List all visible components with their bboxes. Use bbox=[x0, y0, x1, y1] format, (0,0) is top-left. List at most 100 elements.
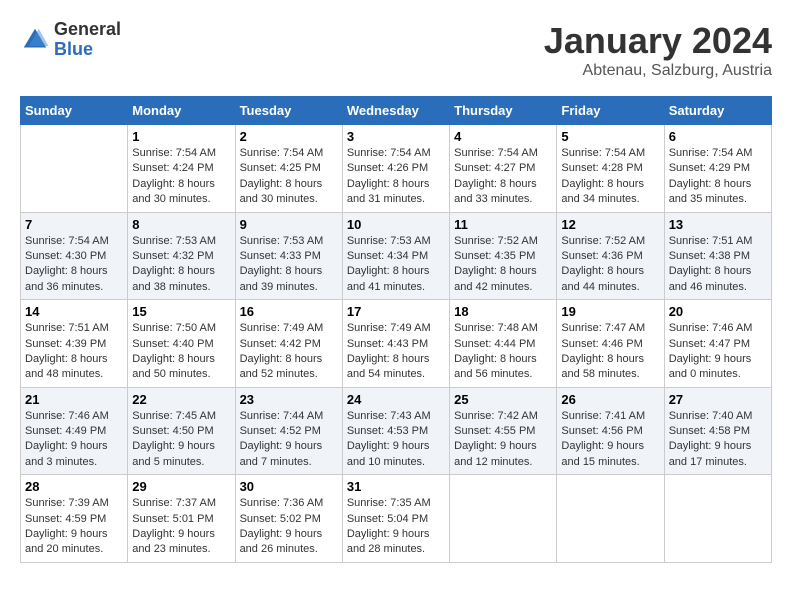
title-area: January 2024 Abtenau, Salzburg, Austria bbox=[544, 20, 772, 80]
day-info: Sunrise: 7:52 AMSunset: 4:36 PMDaylight:… bbox=[561, 234, 659, 296]
week-row-0: 1 Sunrise: 7:54 AMSunset: 4:24 PMDaylight… bbox=[21, 125, 772, 213]
day-info: Sunrise: 7:43 AMSunset: 4:53 PMDaylight:… bbox=[347, 409, 445, 471]
weekday-header-wednesday: Wednesday bbox=[342, 97, 449, 125]
day-number: 18 bbox=[454, 304, 552, 319]
day-cell: 15Sunrise: 7:50 AMSunset: 4:40 PMDayligh… bbox=[128, 300, 235, 388]
logo: General Blue bbox=[20, 20, 121, 60]
day-number: 31 bbox=[347, 479, 445, 494]
weekday-header-row: SundayMondayTuesdayWednesdayThursdayFrid… bbox=[21, 97, 772, 125]
day-info: Sunrise: 7:54 AMSunset: 4:30 PMDaylight:… bbox=[25, 234, 123, 296]
day-cell bbox=[664, 475, 771, 563]
day-number: 8 bbox=[132, 217, 230, 232]
logo-text: General Blue bbox=[54, 20, 121, 60]
day-info: Sunrise: 7:54 AMSunset: 4:26 PMDaylight:… bbox=[347, 146, 445, 208]
week-row-2: 14Sunrise: 7:51 AMSunset: 4:39 PMDayligh… bbox=[21, 300, 772, 388]
day-info: Sunrise: 7:51 AMSunset: 4:39 PMDaylight:… bbox=[25, 321, 123, 383]
day-info: Sunrise: 7:53 AMSunset: 4:33 PMDaylight:… bbox=[240, 234, 338, 296]
logo-icon bbox=[20, 25, 50, 55]
day-cell bbox=[21, 125, 128, 213]
day-cell: 30Sunrise: 7:36 AMSunset: 5:02 PMDayligh… bbox=[235, 475, 342, 563]
day-cell: 3 Sunrise: 7:54 AMSunset: 4:26 PMDaylight… bbox=[342, 125, 449, 213]
day-info: Sunrise: 7:35 AMSunset: 5:04 PMDaylight:… bbox=[347, 496, 445, 558]
day-number: 16 bbox=[240, 304, 338, 319]
day-number: 22 bbox=[132, 392, 230, 407]
day-info: Sunrise: 7:46 AMSunset: 4:47 PMDaylight:… bbox=[669, 321, 767, 383]
day-number: 28 bbox=[25, 479, 123, 494]
calendar-body: 1 Sunrise: 7:54 AMSunset: 4:24 PMDaylight… bbox=[21, 125, 772, 563]
day-info: Sunrise: 7:49 AMSunset: 4:42 PMDaylight:… bbox=[240, 321, 338, 383]
day-info: Sunrise: 7:53 AMSunset: 4:32 PMDaylight:… bbox=[132, 234, 230, 296]
day-number: 13 bbox=[669, 217, 767, 232]
day-info: Sunrise: 7:37 AMSunset: 5:01 PMDaylight:… bbox=[132, 496, 230, 558]
day-info: Sunrise: 7:48 AMSunset: 4:44 PMDaylight:… bbox=[454, 321, 552, 383]
day-info: Sunrise: 7:49 AMSunset: 4:43 PMDaylight:… bbox=[347, 321, 445, 383]
day-cell: 24 Sunrise: 7:43 AMSunset: 4:53 PMDayligh… bbox=[342, 387, 449, 475]
day-info: Sunrise: 7:47 AMSunset: 4:46 PMDaylight:… bbox=[561, 321, 659, 383]
day-info: Sunrise: 7:54 AMSunset: 4:25 PMDaylight:… bbox=[240, 146, 338, 208]
day-number: 5 bbox=[561, 129, 659, 144]
day-cell: 10 Sunrise: 7:53 AMSunset: 4:34 PMDayligh… bbox=[342, 212, 449, 300]
day-info: Sunrise: 7:54 AMSunset: 4:24 PMDaylight:… bbox=[132, 146, 230, 208]
day-cell bbox=[450, 475, 557, 563]
weekday-header-friday: Friday bbox=[557, 97, 664, 125]
weekday-header-sunday: Sunday bbox=[21, 97, 128, 125]
day-cell: 5Sunrise: 7:54 AMSunset: 4:28 PMDaylight… bbox=[557, 125, 664, 213]
calendar-header: SundayMondayTuesdayWednesdayThursdayFrid… bbox=[21, 97, 772, 125]
day-number: 29 bbox=[132, 479, 230, 494]
day-number: 4 bbox=[454, 129, 552, 144]
day-cell: 19 Sunrise: 7:47 AMSunset: 4:46 PMDayligh… bbox=[557, 300, 664, 388]
day-number: 7 bbox=[25, 217, 123, 232]
day-info: Sunrise: 7:44 AMSunset: 4:52 PMDaylight:… bbox=[240, 409, 338, 471]
day-cell: 20 Sunrise: 7:46 AMSunset: 4:47 PMDayligh… bbox=[664, 300, 771, 388]
weekday-header-tuesday: Tuesday bbox=[235, 97, 342, 125]
day-cell: 21Sunrise: 7:46 AMSunset: 4:49 PMDayligh… bbox=[21, 387, 128, 475]
day-cell: 13 Sunrise: 7:51 AMSunset: 4:38 PMDayligh… bbox=[664, 212, 771, 300]
day-number: 27 bbox=[669, 392, 767, 407]
day-number: 2 bbox=[240, 129, 338, 144]
weekday-header-monday: Monday bbox=[128, 97, 235, 125]
month-title: January 2024 bbox=[544, 20, 772, 62]
day-number: 15 bbox=[132, 304, 230, 319]
day-cell: 9 Sunrise: 7:53 AMSunset: 4:33 PMDaylight… bbox=[235, 212, 342, 300]
day-cell: 8 Sunrise: 7:53 AMSunset: 4:32 PMDaylight… bbox=[128, 212, 235, 300]
day-info: Sunrise: 7:52 AMSunset: 4:35 PMDaylight:… bbox=[454, 234, 552, 296]
day-number: 10 bbox=[347, 217, 445, 232]
header: General Blue January 2024 Abtenau, Salzb… bbox=[20, 20, 772, 80]
day-number: 19 bbox=[561, 304, 659, 319]
day-number: 21 bbox=[25, 392, 123, 407]
day-info: Sunrise: 7:42 AMSunset: 4:55 PMDaylight:… bbox=[454, 409, 552, 471]
week-row-3: 21Sunrise: 7:46 AMSunset: 4:49 PMDayligh… bbox=[21, 387, 772, 475]
day-cell: 17 Sunrise: 7:49 AMSunset: 4:43 PMDayligh… bbox=[342, 300, 449, 388]
day-cell: 31 Sunrise: 7:35 AMSunset: 5:04 PMDayligh… bbox=[342, 475, 449, 563]
day-number: 9 bbox=[240, 217, 338, 232]
day-cell: 25 Sunrise: 7:42 AMSunset: 4:55 PMDayligh… bbox=[450, 387, 557, 475]
day-number: 24 bbox=[347, 392, 445, 407]
day-cell: 11 Sunrise: 7:52 AMSunset: 4:35 PMDayligh… bbox=[450, 212, 557, 300]
day-number: 25 bbox=[454, 392, 552, 407]
calendar: SundayMondayTuesdayWednesdayThursdayFrid… bbox=[20, 96, 772, 563]
day-cell bbox=[557, 475, 664, 563]
day-info: Sunrise: 7:40 AMSunset: 4:58 PMDaylight:… bbox=[669, 409, 767, 471]
day-cell: 6Sunrise: 7:54 AMSunset: 4:29 PMDaylight… bbox=[664, 125, 771, 213]
day-cell: 14Sunrise: 7:51 AMSunset: 4:39 PMDayligh… bbox=[21, 300, 128, 388]
day-number: 1 bbox=[132, 129, 230, 144]
day-number: 17 bbox=[347, 304, 445, 319]
day-info: Sunrise: 7:51 AMSunset: 4:38 PMDaylight:… bbox=[669, 234, 767, 296]
day-cell: 7 Sunrise: 7:54 AMSunset: 4:30 PMDaylight… bbox=[21, 212, 128, 300]
day-number: 11 bbox=[454, 217, 552, 232]
weekday-header-saturday: Saturday bbox=[664, 97, 771, 125]
logo-general: General bbox=[54, 20, 121, 40]
day-cell: 22 Sunrise: 7:45 AMSunset: 4:50 PMDayligh… bbox=[128, 387, 235, 475]
day-number: 30 bbox=[240, 479, 338, 494]
day-cell: 27 Sunrise: 7:40 AMSunset: 4:58 PMDayligh… bbox=[664, 387, 771, 475]
week-row-1: 7 Sunrise: 7:54 AMSunset: 4:30 PMDaylight… bbox=[21, 212, 772, 300]
day-info: Sunrise: 7:53 AMSunset: 4:34 PMDaylight:… bbox=[347, 234, 445, 296]
day-number: 20 bbox=[669, 304, 767, 319]
week-row-4: 28Sunrise: 7:39 AMSunset: 4:59 PMDayligh… bbox=[21, 475, 772, 563]
logo-blue: Blue bbox=[54, 40, 121, 60]
day-number: 23 bbox=[240, 392, 338, 407]
day-info: Sunrise: 7:41 AMSunset: 4:56 PMDaylight:… bbox=[561, 409, 659, 471]
day-info: Sunrise: 7:45 AMSunset: 4:50 PMDaylight:… bbox=[132, 409, 230, 471]
day-cell: 28Sunrise: 7:39 AMSunset: 4:59 PMDayligh… bbox=[21, 475, 128, 563]
day-number: 3 bbox=[347, 129, 445, 144]
